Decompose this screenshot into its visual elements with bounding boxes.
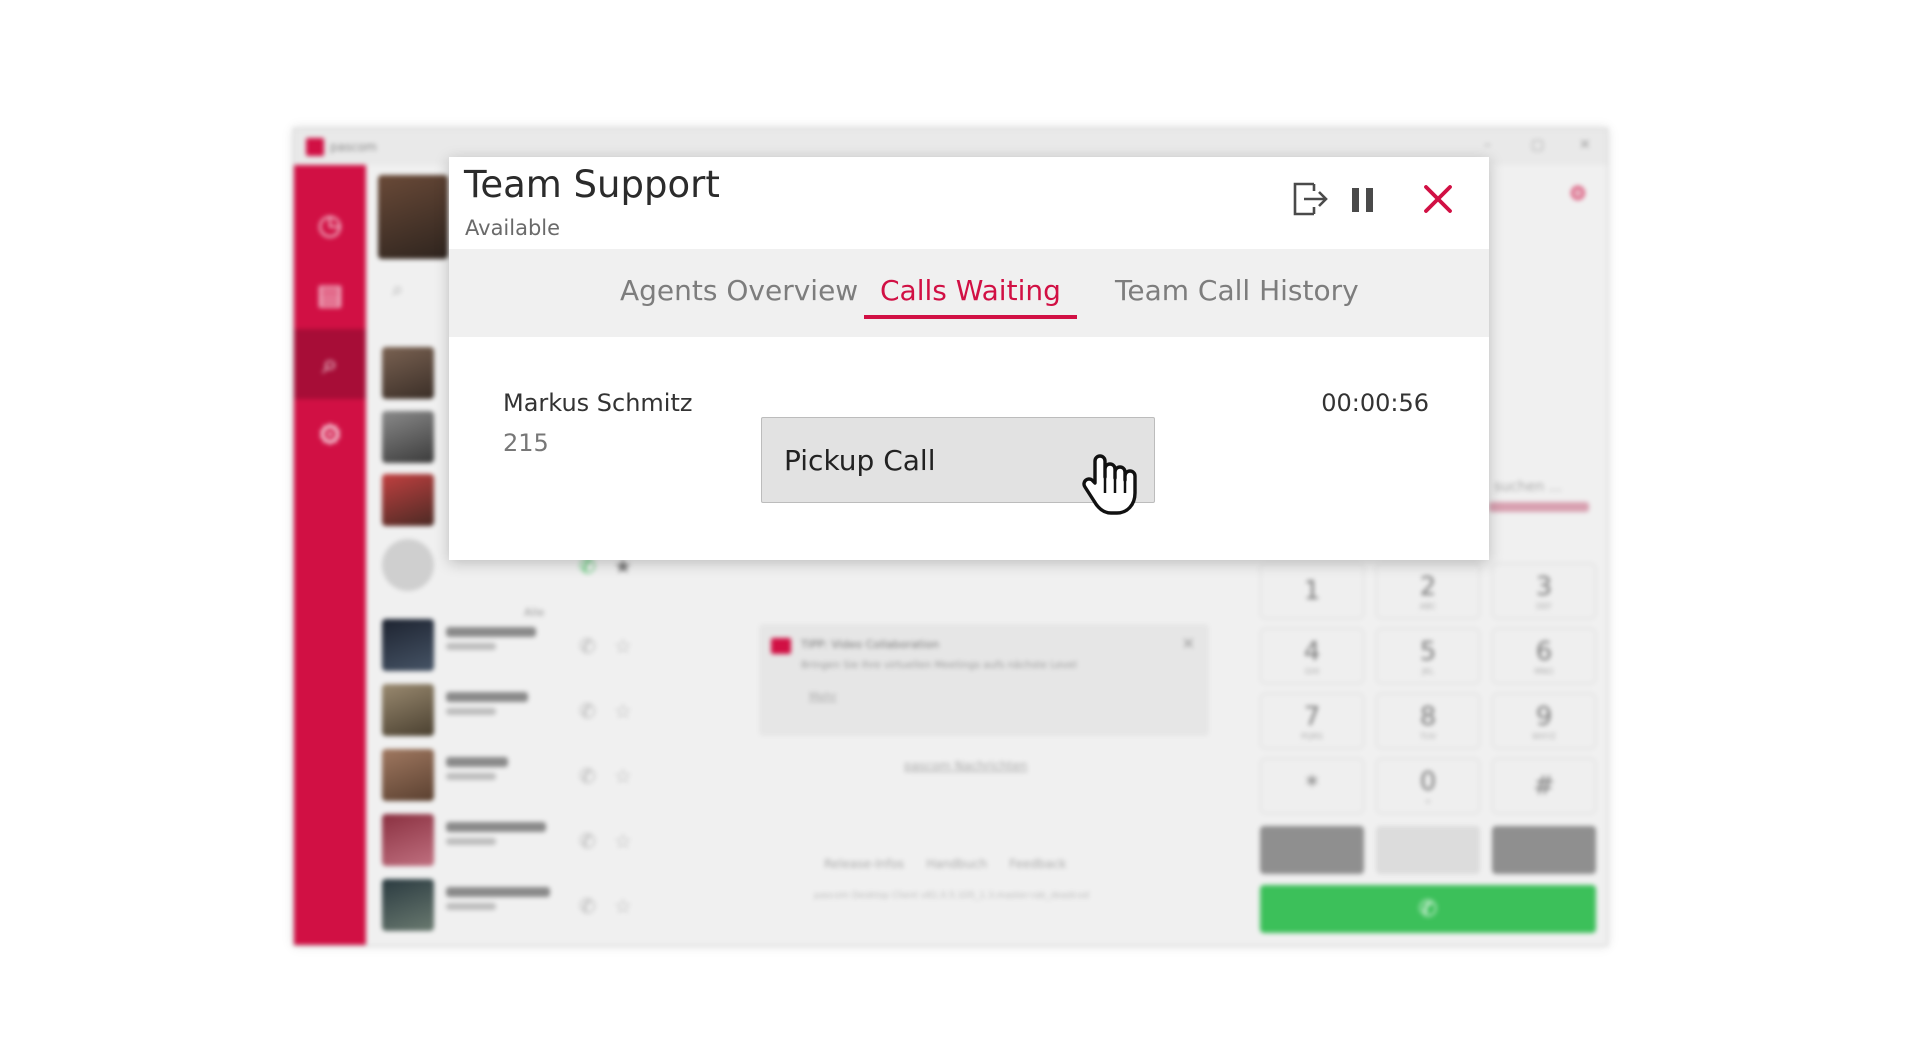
close-icon[interactable]: [1414, 175, 1462, 223]
calls-waiting-panel: Markus Schmitz 215 Pickup Call 00:00:56: [459, 337, 1479, 550]
contact-avatar: [382, 619, 434, 671]
wait-time: 00:00:56: [1321, 389, 1429, 417]
history-icon[interactable]: ◷: [294, 189, 366, 259]
minimize-icon[interactable]: –: [1484, 137, 1491, 153]
dialpad-key-1[interactable]: 1: [1260, 563, 1364, 619]
manual-link[interactable]: Handbuch: [926, 857, 987, 871]
settings-gear-icon[interactable]: ⚙: [294, 399, 366, 469]
news-more-link[interactable]: Mehr: [809, 690, 837, 703]
dialpad-search-underline: [1489, 502, 1589, 512]
caller-extension: 215: [503, 429, 549, 457]
release-info-link[interactable]: Release-Infos: [824, 857, 904, 871]
contact-status: [446, 903, 496, 910]
conference-button[interactable]: [1376, 826, 1480, 874]
dialog-header: Team Support Available: [449, 157, 1489, 249]
contact-avatar: [382, 814, 434, 866]
dialpad-key-4[interactable]: 4 GHI: [1260, 628, 1364, 684]
dialpad-key-star[interactable]: *: [1260, 758, 1364, 814]
star-icon[interactable]: ☆: [614, 894, 632, 918]
star-icon[interactable]: ☆: [614, 634, 632, 658]
dialpad-key-7[interactable]: 7 PQRS: [1260, 693, 1364, 749]
phone-icon[interactable]: ✆: [579, 699, 596, 723]
voicemail-button[interactable]: [1260, 826, 1364, 874]
contact-avatar: [382, 749, 434, 801]
team-support-dialog: Team Support Available Agents Overview C…: [449, 157, 1489, 560]
dialpad-key-0[interactable]: 0 +: [1376, 758, 1480, 814]
dialpad-key-6[interactable]: 6 MNO: [1492, 628, 1596, 684]
dialpad-search-input[interactable]: suchen ...: [1494, 479, 1562, 495]
hand-pointer-cursor-icon: [1082, 454, 1137, 515]
star-icon[interactable]: ☆: [614, 699, 632, 723]
favorite-avatar-placeholder[interactable]: [382, 539, 434, 591]
phone-icon[interactable]: ✆: [579, 764, 596, 788]
contact-name: [446, 692, 528, 702]
contact-status: [446, 773, 496, 780]
phone-icon: ✆: [1418, 896, 1438, 922]
news-card: TIPP: Video Collaboration Bringen Sie Ih…: [759, 624, 1209, 736]
video-button[interactable]: [1492, 826, 1596, 874]
dialpad-key-hash[interactable]: #: [1492, 758, 1596, 814]
contact-name: [446, 887, 550, 897]
contact-status: [446, 838, 496, 845]
contact-avatar: [382, 684, 434, 736]
star-icon[interactable]: ☆: [614, 829, 632, 853]
nav-rail: ◷ ▤ ⌕ ⚙: [294, 165, 366, 945]
app-name: pascom: [330, 140, 377, 154]
screen: pascom – ▢ ✕ ◷ ▤ ⌕ ⚙ ⌕ suchen ... ⚙ ✆ ★ …: [0, 0, 1920, 1040]
tab-calls-waiting[interactable]: Calls Waiting: [864, 269, 1077, 319]
star-icon[interactable]: ☆: [614, 764, 632, 788]
tab-team-call-history[interactable]: Team Call History: [1099, 269, 1375, 319]
news-flag-icon: [771, 638, 791, 654]
dialog-tabs: Agents Overview Calls Waiting Team Call …: [449, 249, 1489, 337]
contact-name: [446, 757, 508, 767]
news-title: TIPP: Video Collaboration: [801, 638, 940, 651]
dialpad-key-8[interactable]: 8 TUV: [1376, 693, 1480, 749]
dialpad-key-9[interactable]: 9 WXYZ: [1492, 693, 1596, 749]
contact-avatar: [382, 879, 434, 931]
version-text: pascom Desktop Client v81.0.5.105_1.3.ma…: [814, 891, 1090, 901]
dialpad-key-3[interactable]: 3 DEF: [1492, 563, 1596, 619]
contact-name: [446, 627, 536, 637]
contact-name: [446, 822, 546, 832]
favorite-avatar[interactable]: [382, 411, 434, 463]
caller-name: Markus Schmitz: [503, 389, 693, 417]
news-text: Bringen Sie Ihre virtuellen Meetings auf…: [801, 660, 1077, 671]
dialpad-key-5[interactable]: 5 JKL: [1376, 628, 1480, 684]
settings-icon[interactable]: ⚙: [1569, 181, 1587, 205]
tab-agents-overview[interactable]: Agents Overview: [604, 269, 874, 319]
phone-icon[interactable]: ✆: [579, 894, 596, 918]
user-avatar[interactable]: [378, 175, 448, 259]
contact-status: [446, 643, 496, 650]
favorite-avatar[interactable]: [382, 347, 434, 399]
app-logo-icon: [306, 138, 324, 156]
phone-icon[interactable]: ✆: [579, 634, 596, 658]
call-button[interactable]: ✆: [1260, 885, 1596, 933]
section-label: Alle: [524, 606, 545, 619]
search-field-icon: ⌕: [392, 277, 404, 301]
feedback-link[interactable]: Feedback: [1009, 857, 1066, 871]
favorite-avatar[interactable]: [382, 474, 434, 526]
contacts-card-icon[interactable]: ▤: [294, 259, 366, 329]
contact-status: [446, 708, 496, 715]
footer-links: Release-Infos Handbuch Feedback: [824, 857, 1066, 871]
window-close-icon[interactable]: ✕: [1579, 137, 1591, 153]
news-close-icon[interactable]: ✕: [1182, 634, 1195, 653]
search-icon[interactable]: ⌕: [294, 329, 366, 399]
phone-icon[interactable]: ✆: [579, 829, 596, 853]
team-status: Available: [465, 216, 561, 240]
dialog-title: Team Support: [464, 163, 720, 206]
dialpad-key-2[interactable]: 2 ABC: [1376, 563, 1480, 619]
maximize-icon[interactable]: ▢: [1531, 137, 1544, 153]
logout-icon[interactable]: [1286, 175, 1334, 223]
pause-icon[interactable]: [1339, 175, 1387, 223]
news-link[interactable]: pascom Nachrichten: [904, 759, 1027, 773]
